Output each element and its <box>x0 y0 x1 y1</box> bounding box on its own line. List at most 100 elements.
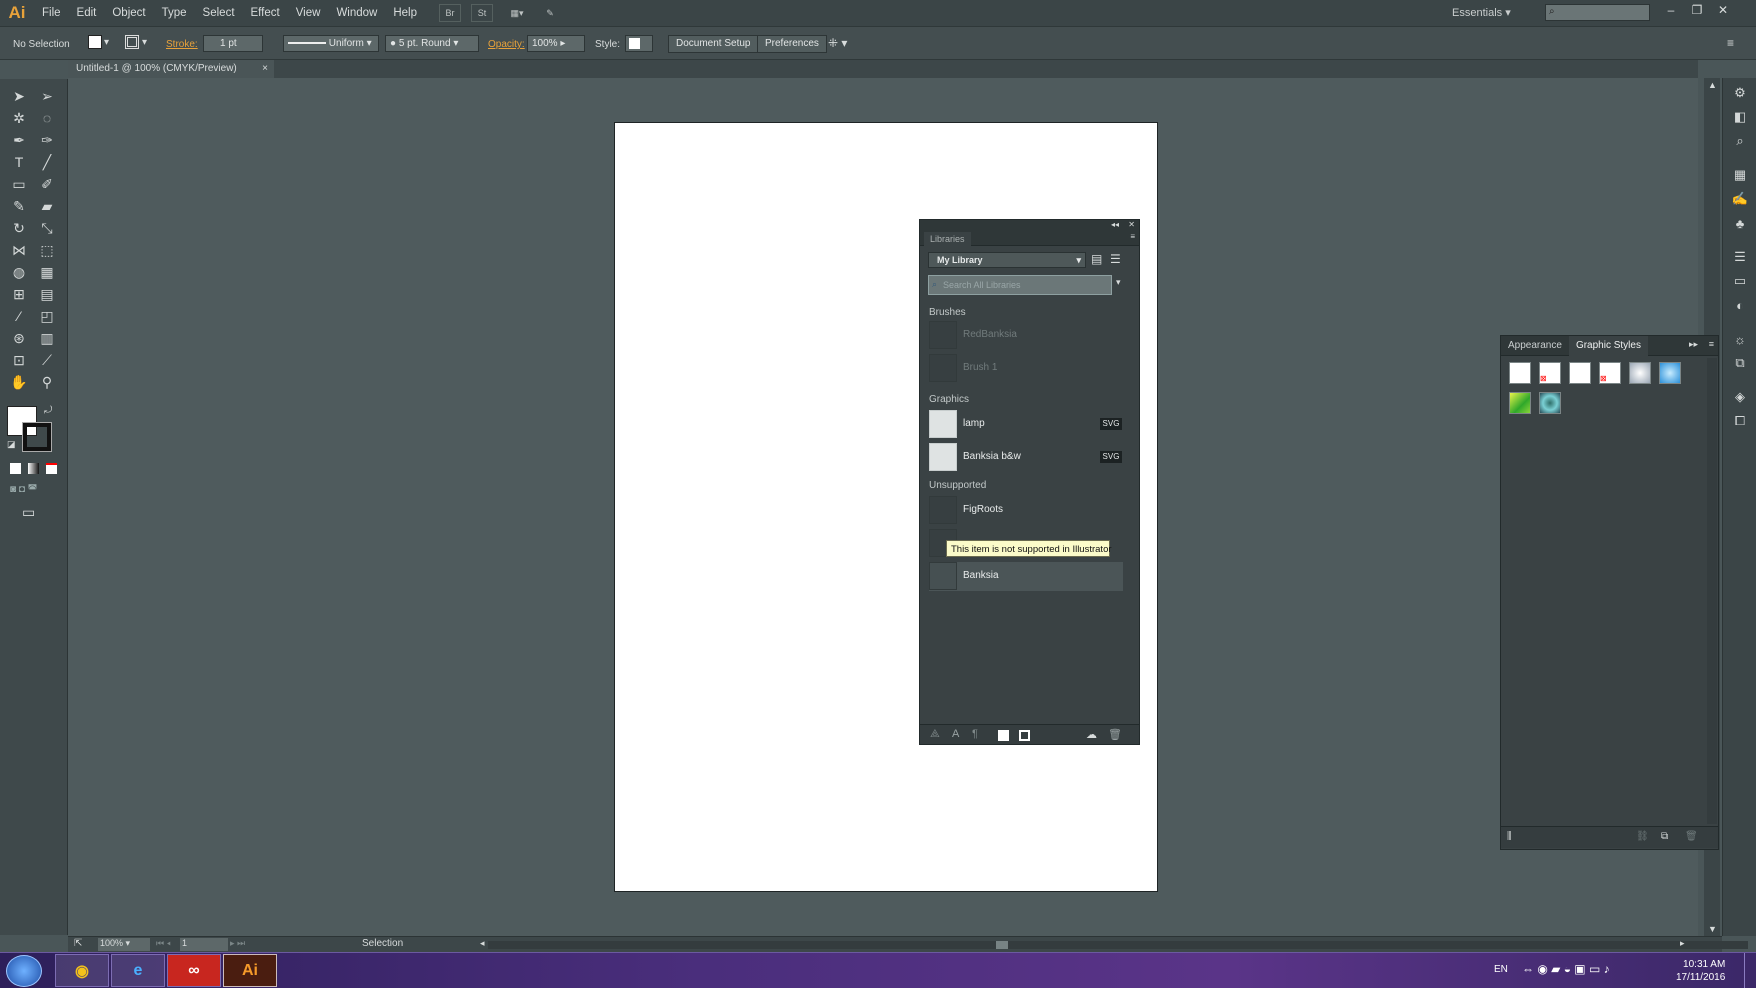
draw-mode-icon[interactable]: ◙ ◘ ◚ <box>10 484 37 495</box>
search-filter-icon[interactable]: ▾ <box>1116 277 1121 288</box>
library-item[interactable]: FigRoots <box>929 496 1123 525</box>
tray-icons[interactable]: ⇔ ◉ ▰ ◒ ▣ ▭ ♪ <box>1522 962 1610 976</box>
chevron-down-icon[interactable]: ▾ <box>142 37 147 48</box>
trash-icon[interactable]: 🗑 <box>1108 728 1122 741</box>
close-icon[interactable]: × <box>262 63 268 74</box>
type-tool-icon[interactable]: T <box>7 151 31 173</box>
add-paragraph-style-icon[interactable]: ¶ <box>972 728 978 740</box>
eraser-tool-icon[interactable]: ▰ <box>35 195 59 217</box>
collapse-icon[interactable]: ◂◂ <box>1111 220 1119 229</box>
current-tool-status[interactable]: Selection <box>362 938 403 949</box>
stock-icon[interactable]: St <box>471 4 493 22</box>
arrange-documents-icon[interactable]: ▦▾ <box>503 4 531 22</box>
layers-icon[interactable]: ◈ <box>1723 385 1756 409</box>
pen-tool-icon[interactable]: ✒ <box>7 129 31 151</box>
document-tab[interactable]: Untitled-1 @ 100% (CMYK/Preview) × <box>68 60 274 78</box>
fill-swatch[interactable] <box>88 35 102 49</box>
menu-type[interactable]: Type <box>154 7 195 19</box>
menu-file[interactable]: File <box>34 7 69 19</box>
gpu-performance-icon[interactable]: ✎ <box>539 4 561 22</box>
restore-icon[interactable]: ❐ <box>1686 3 1708 21</box>
add-stroke-color-icon[interactable] <box>1019 730 1030 741</box>
show-desktop-button[interactable] <box>1744 953 1756 988</box>
menu-window[interactable]: Window <box>328 7 385 19</box>
scale-tool-icon[interactable]: ⤡ <box>35 217 59 239</box>
tab-graphic-styles[interactable]: Graphic Styles <box>1568 335 1648 356</box>
internet-explorer-icon[interactable]: e <box>111 954 165 987</box>
symbol-sprayer-tool-icon[interactable]: ⊛ <box>7 327 31 349</box>
style-swatch[interactable] <box>1569 362 1591 384</box>
swap-colors-icon[interactable]: ⤾ <box>44 405 52 416</box>
direct-selection-tool-icon[interactable]: ➢ <box>35 85 59 107</box>
bridge-icon[interactable]: Br <box>439 4 461 22</box>
stroke-label[interactable]: Stroke: <box>166 39 198 50</box>
add-character-style-icon[interactable]: A <box>952 728 959 740</box>
style-libraries-icon[interactable]: ⫼ <box>1507 831 1512 842</box>
chrome-icon[interactable]: ◉ <box>55 954 109 987</box>
stroke-color-swatch[interactable] <box>22 422 52 452</box>
collapse-icon[interactable]: ▸▸ <box>1689 339 1698 350</box>
variable-width-profile-select[interactable]: Uniform ▾ <box>283 35 379 52</box>
chevron-down-icon[interactable]: ▾ <box>104 37 109 48</box>
language-indicator[interactable]: EN <box>1494 964 1508 975</box>
style-swatch-default[interactable] <box>1509 362 1531 384</box>
gradient-icon[interactable]: ▭ <box>1723 269 1756 293</box>
panel-scrollbar[interactable] <box>1707 358 1717 824</box>
stroke-weight-field[interactable]: 1 pt <box>203 35 263 52</box>
align-options-icon[interactable]: ⁜ ▾ <box>828 36 847 50</box>
preferences-button[interactable]: Preferences <box>757 35 827 53</box>
gradient-tool-icon[interactable]: ▤ <box>35 283 59 305</box>
symbols-icon[interactable]: ♣ <box>1723 211 1756 235</box>
menu-effect[interactable]: Effect <box>243 7 288 19</box>
menu-view[interactable]: View <box>288 7 329 19</box>
library-item-hovered[interactable]: Banksia <box>929 562 1123 591</box>
shape-builder-tool-icon[interactable]: ◍ <box>7 261 31 283</box>
hand-tool-icon[interactable]: ✋ <box>7 371 31 393</box>
artboard-nav-prev-icon[interactable]: ⏮ ◂ <box>156 938 171 949</box>
cloud-sync-icon[interactable]: ☁ <box>1086 728 1097 741</box>
lasso-tool-icon[interactable]: ◌ <box>35 107 59 129</box>
workspace-switcher[interactable]: Essentials ▾ <box>1452 6 1511 19</box>
add-fill-color-icon[interactable] <box>998 730 1009 741</box>
list-view-icon[interactable]: ☰ <box>1110 252 1121 266</box>
zoom-tool-icon[interactable]: ⚲ <box>35 371 59 393</box>
color-guide-icon[interactable]: ⚙ <box>1723 81 1756 105</box>
artboard-tool-icon[interactable]: ⊡ <box>7 349 31 371</box>
color-mode-icon[interactable] <box>10 463 21 474</box>
start-button[interactable] <box>6 955 42 987</box>
brush-definition-select[interactable]: ● 5 pt. Round ▾ <box>385 35 479 52</box>
library-item[interactable]: lamp SVG <box>929 410 1123 439</box>
close-icon[interactable]: ✕ <box>1712 3 1734 21</box>
screen-mode-icon[interactable]: ▭ <box>22 504 35 521</box>
menu-select[interactable]: Select <box>195 7 243 19</box>
graphic-style-picker[interactable] <box>625 35 653 52</box>
scroll-right-icon[interactable]: ▸ <box>1680 938 1685 949</box>
mesh-tool-icon[interactable]: ⊞ <box>7 283 31 305</box>
zoom-field[interactable]: 100% ▾ <box>98 938 150 951</box>
eyedropper-tool-icon[interactable]: ⁄ <box>7 305 31 327</box>
artboards-icon[interactable]: ⧠ <box>1723 409 1756 433</box>
library-item[interactable]: RedBanksia <box>929 321 1123 350</box>
help-search-input[interactable]: ⌕ <box>1545 4 1650 21</box>
scroll-down-icon[interactable]: ▼ <box>1708 924 1717 934</box>
free-transform-tool-icon[interactable]: ⬚ <box>35 239 59 261</box>
default-colors-icon[interactable]: ◪ <box>7 439 16 450</box>
tab-appearance[interactable]: Appearance <box>1501 336 1569 356</box>
magic-wand-tool-icon[interactable]: ✲ <box>7 107 31 129</box>
horizontal-scrollbar[interactable] <box>488 941 1748 949</box>
gradient-mode-icon[interactable] <box>28 463 39 474</box>
close-icon[interactable]: ✕ <box>1128 220 1135 229</box>
library-search-input[interactable]: ⌕ Search All Libraries <box>928 275 1112 295</box>
scroll-thumb[interactable] <box>996 941 1008 949</box>
shaper-tool-icon[interactable]: ✎ <box>7 195 31 217</box>
image-trace-icon[interactable]: ⌕ <box>1723 129 1756 153</box>
stroke-icon[interactable]: ☰ <box>1723 245 1756 269</box>
library-item[interactable]: Banksia b&w SVG <box>929 443 1123 472</box>
style-swatch[interactable]: ⊠ <box>1539 362 1561 384</box>
scroll-left-icon[interactable]: ◂ <box>480 938 485 949</box>
scroll-up-icon[interactable]: ▲ <box>1708 80 1717 90</box>
selection-tool-icon[interactable]: ➤ <box>7 85 31 107</box>
status-menu-icon[interactable]: ⇱ <box>74 938 82 949</box>
opacity-field[interactable]: 100% ▸ <box>527 35 585 52</box>
transparency-icon[interactable]: ◐ <box>1723 293 1756 317</box>
